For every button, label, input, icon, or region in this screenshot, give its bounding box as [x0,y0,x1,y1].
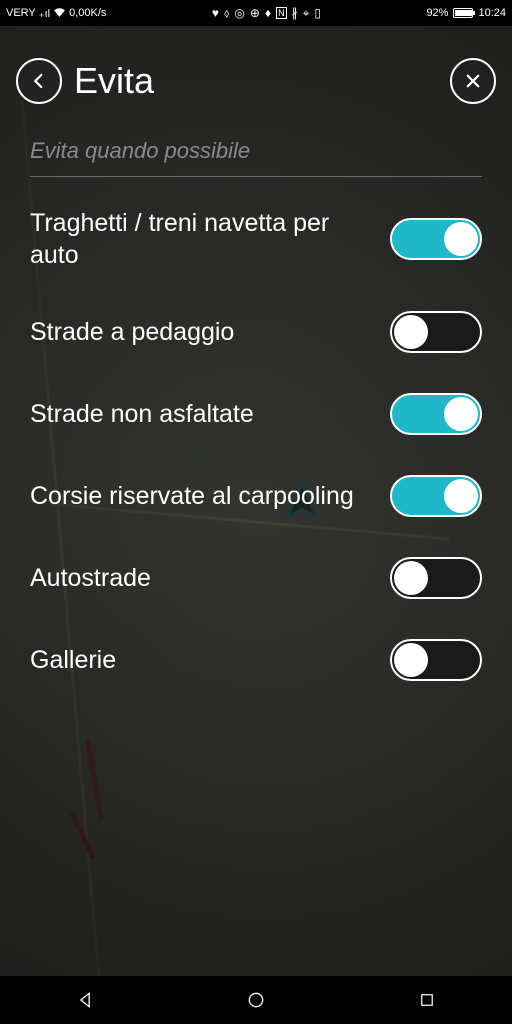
nfc-icon: N [276,7,287,19]
nav-back-button[interactable] [45,976,125,1024]
toggle-knob [394,643,428,677]
option-row: Traghetti / treni navetta per auto [30,187,482,291]
option-toggle-unpaved[interactable] [390,393,482,435]
option-toggle-motorways[interactable] [390,557,482,599]
option-toggle-carpool[interactable] [390,475,482,517]
clock-label: 10:24 [478,7,506,19]
option-row: Strade a pedaggio [30,291,482,373]
wifi-icon [53,7,66,20]
status-icon: ⊕ [250,6,260,20]
square-recent-icon [418,991,436,1009]
battery-icon [453,8,473,18]
nav-recent-button[interactable] [387,976,467,1024]
option-toggle-tunnels[interactable] [390,639,482,681]
back-button[interactable] [16,58,62,104]
status-bar: VERY ₊ıl 0,00K/s ♥ ⬨ ◎ ⊕ ♦ N ∦ ⌖ ▯ 92% 1… [0,0,512,26]
chevron-left-icon [30,72,48,90]
android-nav-bar [0,976,512,1024]
status-icon: ♥ [212,6,219,20]
option-label: Corsie riservate al carpooling [30,480,378,512]
toggle-knob [394,315,428,349]
settings-panel: Evita Evita quando possibile Traghetti /… [0,26,512,976]
option-toggle-tollroads[interactable] [390,311,482,353]
option-label: Strade a pedaggio [30,316,378,348]
bluetooth-icon: ∦ [292,6,298,20]
toggle-knob [394,561,428,595]
option-row: Autostrade [30,537,482,619]
triangle-back-icon [75,990,95,1010]
section-heading: Evita quando possibile [30,120,482,177]
data-rate-label: 0,00K/s [69,7,106,19]
option-label: Strade non asfaltate [30,398,378,430]
close-button[interactable] [450,58,496,104]
battery-pct-label: 92% [426,7,448,19]
vibrate-icon: ▯ [314,6,321,20]
option-label: Autostrade [30,562,378,594]
signal-icon: ₊ıl [39,7,50,20]
status-icon: ⬨ [224,6,229,21]
toggle-knob [444,222,478,256]
option-label: Traghetti / treni navetta per auto [30,207,378,271]
carrier-label: VERY [6,7,36,19]
page-title: Evita [74,60,438,102]
close-icon [464,72,482,90]
header: Evita [0,26,512,120]
location-icon: ⌖ [303,6,310,21]
toggle-knob [444,479,478,513]
options-section: Evita quando possibile Traghetti / treni… [0,120,512,701]
option-row: Corsie riservate al carpooling [30,455,482,537]
option-label: Gallerie [30,644,378,676]
option-toggle-ferries[interactable] [390,218,482,260]
circle-home-icon [246,990,266,1010]
option-row: Gallerie [30,619,482,701]
status-icon: ♦ [265,6,271,20]
status-icon: ◎ [234,6,244,20]
nav-home-button[interactable] [216,976,296,1024]
toggle-knob [444,397,478,431]
option-row: Strade non asfaltate [30,373,482,455]
